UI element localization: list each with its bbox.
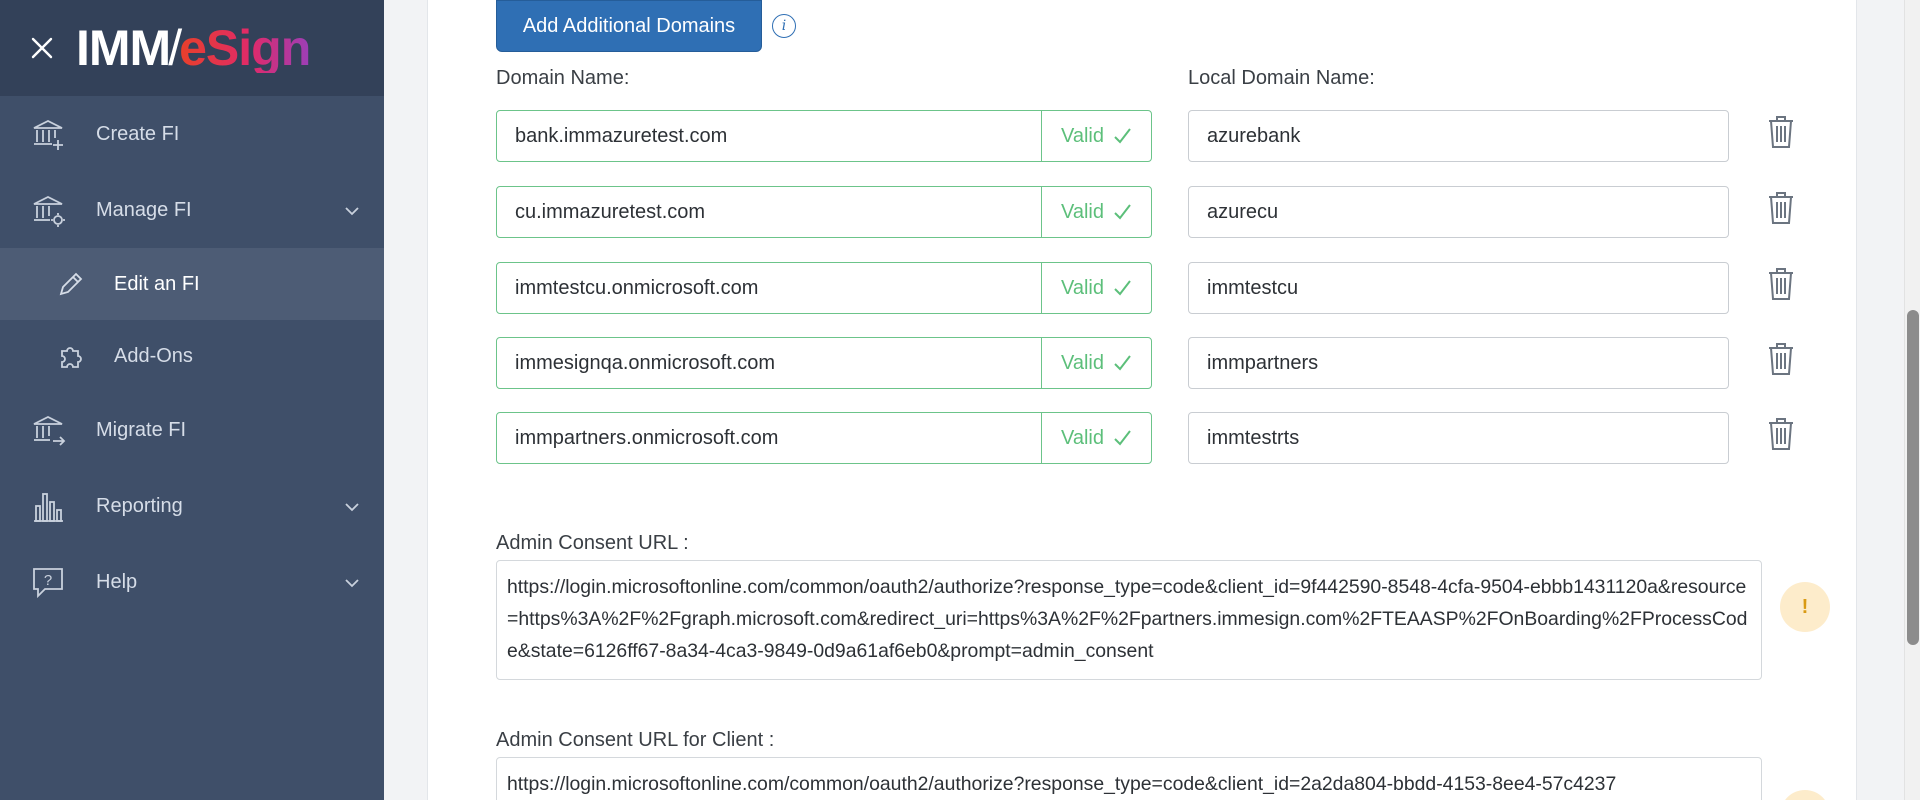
- check-icon: [1114, 430, 1131, 446]
- domain-name-input[interactable]: cu.immazuretest.com Valid: [496, 186, 1152, 238]
- domain-name-value: immtestcu.onmicrosoft.com: [515, 276, 759, 299]
- sidebar-item-label: Manage FI: [96, 198, 192, 221]
- sidebar-item-add-ons[interactable]: Add-Ons: [0, 320, 384, 392]
- domain-name-value: bank.immazuretest.com: [515, 124, 728, 147]
- domain-row: immtestcu.onmicrosoft.com Valid immtestc…: [496, 262, 1836, 314]
- close-icon[interactable]: [30, 36, 54, 60]
- local-domain-input[interactable]: azurebank: [1188, 110, 1729, 162]
- sidebar-item-label: Add-Ons: [114, 344, 193, 367]
- sidebar-item-label: Help: [96, 570, 138, 593]
- domain-name-input[interactable]: immesignqa.onmicrosoft.com Valid: [496, 337, 1152, 389]
- local-domain-input[interactable]: immtestrts: [1188, 412, 1729, 464]
- sidebar-item-label: Migrate FI: [96, 418, 187, 441]
- sidebar-item-label: Edit an FI: [114, 272, 200, 295]
- domain-row: immesignqa.onmicrosoft.com Valid immpart…: [496, 337, 1836, 389]
- valid-status: Valid: [1041, 338, 1151, 388]
- trash-icon[interactable]: [1766, 114, 1796, 152]
- pencil-icon: [56, 269, 86, 299]
- chevron-down-icon: [344, 574, 360, 597]
- bar-chart-icon: [30, 488, 66, 524]
- domain-name-value: immpartners.onmicrosoft.com: [515, 426, 779, 449]
- admin-consent-url-field[interactable]: https://login.microsoftonline.com/common…: [496, 560, 1762, 680]
- check-icon: [1114, 128, 1131, 144]
- domain-name-input[interactable]: immtestcu.onmicrosoft.com Valid: [496, 262, 1152, 314]
- local-domain-name-label: Local Domain Name:: [1188, 67, 1375, 89]
- domain-name-input[interactable]: immpartners.onmicrosoft.com Valid: [496, 412, 1152, 464]
- trash-icon[interactable]: [1766, 341, 1796, 379]
- help-bubble-icon: ?: [30, 564, 66, 600]
- chevron-down-icon: [344, 202, 360, 225]
- sidebar-item-manage-fi[interactable]: Manage FI: [0, 172, 384, 248]
- check-icon: [1114, 280, 1131, 296]
- add-additional-domains-button[interactable]: Add Additional Domains: [496, 0, 762, 52]
- sidebar-item-label: Reporting: [96, 494, 183, 517]
- local-domain-input[interactable]: immpartners: [1188, 337, 1729, 389]
- domain-settings-card: Add Additional Domains i Domain Name: Lo…: [427, 0, 1857, 800]
- sidebar-item-label: Create FI: [96, 122, 180, 145]
- scrollbar[interactable]: [1904, 0, 1920, 800]
- trash-icon[interactable]: [1766, 190, 1796, 228]
- sidebar-item-create-fi[interactable]: Create FI: [0, 96, 384, 172]
- valid-status: Valid: [1041, 111, 1151, 161]
- valid-status: Valid: [1041, 263, 1151, 313]
- admin-consent-client-url-label: Admin Consent URL for Client :: [496, 729, 775, 751]
- puzzle-icon: [56, 341, 86, 371]
- local-domain-input[interactable]: azurecu: [1188, 186, 1729, 238]
- check-icon: [1114, 204, 1131, 220]
- sidebar: IMM / eSign Create FI Manage FI Edit an FI…: [0, 0, 384, 800]
- admin-consent-url-label: Admin Consent URL :: [496, 532, 689, 554]
- trash-icon[interactable]: [1766, 266, 1796, 304]
- logo: IMM / eSign: [76, 20, 311, 76]
- main-content: Add Additional Domains i Domain Name: Lo…: [384, 0, 1920, 800]
- sidebar-item-migrate-fi[interactable]: Migrate FI: [0, 392, 384, 468]
- warning-icon[interactable]: !: [1780, 790, 1830, 800]
- sidebar-item-reporting[interactable]: Reporting: [0, 468, 384, 544]
- bank-plus-icon: [30, 116, 66, 152]
- local-domain-input[interactable]: immtestcu: [1188, 262, 1729, 314]
- domain-name-label: Domain Name:: [496, 67, 630, 89]
- sidebar-item-edit-an-fi[interactable]: Edit an FI: [0, 248, 384, 320]
- warning-icon[interactable]: !: [1780, 582, 1830, 632]
- trash-icon[interactable]: [1766, 416, 1796, 454]
- info-icon[interactable]: i: [772, 14, 796, 38]
- check-icon: [1114, 355, 1131, 371]
- domain-row: bank.immazuretest.com Valid azurebank: [496, 110, 1836, 162]
- valid-status: Valid: [1041, 413, 1151, 463]
- domain-name-input[interactable]: bank.immazuretest.com Valid: [496, 110, 1152, 162]
- bank-arrow-icon: [30, 412, 66, 448]
- sidebar-item-help[interactable]: ? Help: [0, 544, 384, 620]
- valid-status: Valid: [1041, 187, 1151, 237]
- svg-text:?: ?: [44, 572, 52, 589]
- domain-name-value: immesignqa.onmicrosoft.com: [515, 351, 776, 374]
- admin-consent-client-url-field[interactable]: https://login.microsoftonline.com/common…: [496, 757, 1762, 800]
- sidebar-header: IMM / eSign: [0, 0, 384, 96]
- bank-gear-icon: [30, 192, 66, 228]
- domain-row: immpartners.onmicrosoft.com Valid immtes…: [496, 412, 1836, 464]
- domain-name-value: cu.immazuretest.com: [515, 200, 706, 223]
- chevron-down-icon: [344, 498, 360, 521]
- scroll-thumb[interactable]: [1907, 310, 1919, 645]
- domain-row: cu.immazuretest.com Valid azurecu: [496, 186, 1836, 238]
